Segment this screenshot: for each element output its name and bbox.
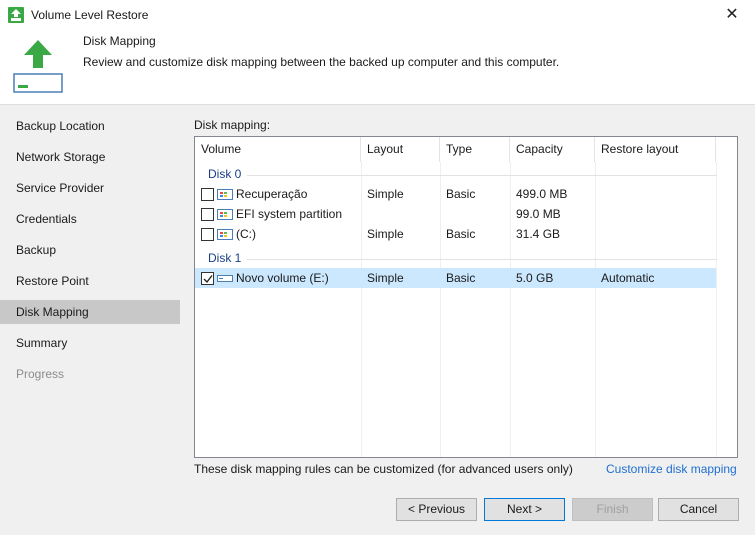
window-title: Volume Level Restore: [31, 8, 149, 22]
partition-icon: [217, 209, 233, 220]
volume-capacity: 5.0 GB: [516, 271, 554, 285]
volume-checkbox[interactable]: [201, 272, 214, 285]
main-panel: Disk mapping: Volume Layout Type Capacit…: [180, 104, 755, 535]
sidebar-item-backup[interactable]: Backup: [0, 238, 180, 262]
next-button[interactable]: Next >: [484, 498, 565, 521]
volume-capacity: 31.4 GB: [516, 227, 561, 241]
column-header-layout[interactable]: Layout: [361, 137, 440, 162]
sidebar-item-service-provider[interactable]: Service Provider: [0, 176, 180, 200]
cancel-button[interactable]: Cancel: [658, 498, 739, 521]
sidebar-item-backup-location[interactable]: Backup Location: [0, 114, 180, 138]
disk-group-header: Disk 0: [195, 163, 737, 183]
volume-name: (C:): [236, 227, 256, 241]
volume-restore-layout: Automatic: [601, 271, 655, 285]
volume-layout: Simple: [367, 227, 404, 241]
sidebar-item-network-storage[interactable]: Network Storage: [0, 145, 180, 169]
column-header-type[interactable]: Type: [440, 137, 510, 162]
customize-note: These disk mapping rules can be customiz…: [194, 462, 573, 476]
group-divider: [247, 259, 717, 260]
volume-type: Basic: [446, 227, 476, 241]
volume-name: Novo volume (E:): [236, 271, 329, 285]
volume-capacity: 99.0 MB: [516, 207, 561, 221]
volume-layout: Simple: [367, 187, 404, 201]
finish-button: Finish: [572, 498, 653, 521]
volume-type: Basic: [446, 271, 476, 285]
volume-checkbox[interactable]: [201, 208, 214, 221]
volume-checkbox[interactable]: [201, 188, 214, 201]
table-row[interactable]: Novo volume (E:) Simple Basic 5.0 GB Aut…: [195, 268, 716, 288]
table-row[interactable]: (C:) Simple Basic 31.4 GB: [195, 224, 716, 244]
wizard-header: Disk Mapping Review and customize disk m…: [0, 30, 755, 104]
partition-icon: [217, 229, 233, 240]
sidebar-item-progress: Progress: [16, 367, 65, 381]
drive-icon: [217, 275, 233, 282]
disk-mapping-table[interactable]: Volume Layout Type Capacity Restore layo…: [194, 136, 738, 458]
column-header-capacity[interactable]: Capacity: [510, 137, 595, 162]
partition-icon: [217, 189, 233, 200]
checkmark-icon: [203, 275, 213, 284]
restore-upload-icon: [12, 38, 64, 94]
column-header-volume[interactable]: Volume: [195, 137, 361, 162]
disk-group-label: Disk 1: [208, 251, 242, 265]
volume-capacity: 499.0 MB: [516, 187, 568, 201]
sidebar-item-restore-point[interactable]: Restore Point: [0, 269, 180, 293]
table-header: Volume Layout Type Capacity Restore layo…: [195, 137, 737, 162]
group-divider: [247, 175, 717, 176]
disk-group-label: Disk 0: [208, 167, 242, 181]
volume-name: EFI system partition: [236, 207, 343, 221]
customize-disk-mapping-link[interactable]: Customize disk mapping: [606, 462, 737, 476]
sidebar-item-credentials[interactable]: Credentials: [0, 207, 180, 231]
sidebar-item-summary[interactable]: Summary: [0, 331, 180, 355]
app-restore-icon: [8, 7, 24, 23]
close-button[interactable]: ✕: [709, 0, 755, 30]
table-row[interactable]: Recuperação Simple Basic 499.0 MB: [195, 184, 716, 204]
disk-group-header: Disk 1: [195, 247, 737, 267]
previous-button[interactable]: < Previous: [396, 498, 477, 521]
column-header-restore-layout[interactable]: Restore layout: [595, 137, 716, 162]
title-bar: Volume Level Restore ✕: [0, 0, 755, 30]
volume-type: Basic: [446, 187, 476, 201]
column-divider: [716, 162, 717, 457]
volume-layout: Simple: [367, 271, 404, 285]
sidebar-item-disk-mapping[interactable]: Disk Mapping: [0, 300, 180, 324]
page-description: Review and customize disk mapping betwee…: [83, 55, 560, 69]
disk-mapping-label: Disk mapping:: [194, 118, 271, 132]
table-row[interactable]: EFI system partition 99.0 MB: [195, 204, 716, 224]
volume-name: Recuperação: [236, 187, 308, 201]
volume-checkbox[interactable]: [201, 228, 214, 241]
page-title: Disk Mapping: [83, 34, 156, 48]
wizard-steps-sidebar: Backup Location Network Storage Service …: [0, 104, 180, 535]
